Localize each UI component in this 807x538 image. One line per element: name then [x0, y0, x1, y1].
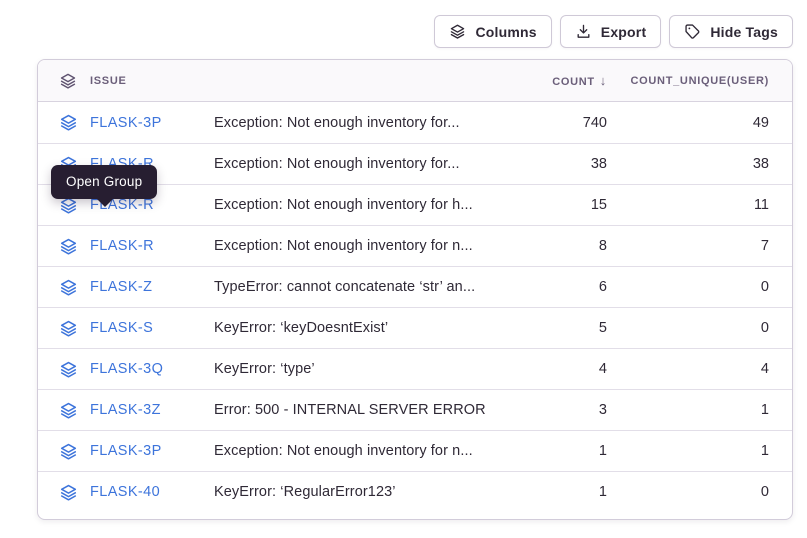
hide-tags-button-label: Hide Tags	[710, 24, 778, 40]
issue-link[interactable]: FLASK-40	[90, 484, 160, 500]
count-unique-value: 1	[607, 402, 792, 418]
issue-cell: FLASK-Z	[38, 278, 214, 297]
issue-cell: FLASK-40	[38, 483, 214, 502]
issue-column-label: ISSUE	[90, 75, 127, 87]
hide-tags-button[interactable]: Hide Tags	[669, 15, 793, 48]
column-header-count-unique[interactable]: COUNT_UNIQUE(USER)	[607, 75, 792, 87]
stack-icon[interactable]	[59, 401, 78, 420]
issue-link[interactable]: FLASK-3P	[90, 443, 162, 459]
open-group-tooltip: Open Group	[51, 165, 157, 199]
sort-descending-icon: ↓	[600, 73, 607, 88]
issue-cell: FLASK-3P	[38, 113, 214, 132]
count-value: 4	[497, 361, 607, 377]
column-header-issue[interactable]: ISSUE	[38, 72, 214, 90]
count-column-label: COUNT	[552, 76, 595, 88]
stack-icon	[449, 23, 466, 40]
count-value: 6	[497, 279, 607, 295]
count-unique-value: 49	[607, 115, 792, 131]
issue-link[interactable]: FLASK-R	[90, 238, 154, 254]
table-row[interactable]: FLASK-R Exception: Not enough inventory …	[38, 225, 792, 266]
count-value: 1	[497, 443, 607, 459]
issue-cell: FLASK-3P	[38, 442, 214, 461]
columns-button-label: Columns	[475, 24, 536, 40]
download-icon	[575, 23, 592, 40]
issue-title: Error: 500 - INTERNAL SERVER ERROR	[214, 402, 497, 418]
issue-title: Exception: Not enough inventory for n...	[214, 443, 497, 459]
issue-title: KeyError: ‘keyDoesntExist’	[214, 320, 497, 336]
issue-title: Exception: Not enough inventory for h...	[214, 197, 497, 213]
issue-title: TypeError: cannot concatenate ‘str’ an..…	[214, 279, 497, 295]
stack-icon[interactable]	[59, 113, 78, 132]
table-row[interactable]: FLASK-Z TypeError: cannot concatenate ‘s…	[38, 266, 792, 307]
tag-icon	[684, 23, 701, 40]
table-row[interactable]: FLASK-3P Exception: Not enough inventory…	[38, 102, 792, 143]
issue-link[interactable]: FLASK-Z	[90, 279, 152, 295]
issue-title: KeyError: ‘RegularError123’	[214, 484, 497, 500]
count-unique-value: 11	[607, 197, 792, 213]
table-header-row: ISSUE COUNT ↓ COUNT_UNIQUE(USER)	[38, 60, 792, 102]
count-unique-value: 0	[607, 279, 792, 295]
stack-icon[interactable]	[59, 319, 78, 338]
issue-cell: FLASK-S	[38, 319, 214, 338]
count-value: 1	[497, 484, 607, 500]
table-row[interactable]: FLASK-3P Exception: Not enough inventory…	[38, 430, 792, 471]
export-button-label: Export	[601, 24, 647, 40]
count-unique-value: 4	[607, 361, 792, 377]
results-table: ISSUE COUNT ↓ COUNT_UNIQUE(USER) FLASK-3P…	[37, 59, 793, 520]
issue-cell: FLASK-3Z	[38, 401, 214, 420]
table-row[interactable]: FLASK-3Z Error: 500 - INTERNAL SERVER ER…	[38, 389, 792, 430]
issue-link[interactable]: FLASK-S	[90, 320, 153, 336]
count-value: 740	[497, 115, 607, 131]
table-row[interactable]: FLASK-40 KeyError: ‘RegularError123’ 1 0	[38, 471, 792, 512]
table-row[interactable]: FLASK-S KeyError: ‘keyDoesntExist’ 5 0	[38, 307, 792, 348]
table-body: FLASK-3P Exception: Not enough inventory…	[38, 102, 792, 512]
count-value: 3	[497, 402, 607, 418]
issue-title: Exception: Not enough inventory for...	[214, 115, 497, 131]
table-row[interactable]: FLASK-3Q KeyError: ‘type’ 4 4	[38, 348, 792, 389]
count-unique-value: 0	[607, 320, 792, 336]
stack-icon[interactable]	[59, 483, 78, 502]
count-unique-value: 38	[607, 156, 792, 172]
stack-icon[interactable]	[59, 360, 78, 379]
stack-icon[interactable]	[59, 442, 78, 461]
columns-button[interactable]: Columns	[434, 15, 551, 48]
count-value: 38	[497, 156, 607, 172]
tooltip-label: Open Group	[66, 174, 142, 189]
issue-cell: FLASK-3Q	[38, 360, 214, 379]
stack-icon[interactable]	[59, 278, 78, 297]
count-unique-value: 7	[607, 238, 792, 254]
page: Columns Export Hide Tags ISSUE COUNT ↓ CO…	[37, 15, 793, 520]
issue-title: Exception: Not enough inventory for n...	[214, 238, 497, 254]
count-unique-column-label: COUNT_UNIQUE(USER)	[631, 75, 770, 87]
stack-icon[interactable]	[59, 237, 78, 256]
issue-title: Exception: Not enough inventory for...	[214, 156, 497, 172]
count-value: 5	[497, 320, 607, 336]
count-value: 15	[497, 197, 607, 213]
count-unique-value: 0	[607, 484, 792, 500]
issue-title: KeyError: ‘type’	[214, 361, 497, 377]
issue-cell: FLASK-R	[38, 237, 214, 256]
count-unique-value: 1	[607, 443, 792, 459]
export-button[interactable]: Export	[560, 15, 662, 48]
issue-link[interactable]: FLASK-3Z	[90, 402, 161, 418]
toolbar: Columns Export Hide Tags	[37, 15, 793, 48]
issue-link[interactable]: FLASK-3P	[90, 115, 162, 131]
issue-link[interactable]: FLASK-3Q	[90, 361, 163, 377]
stack-icon	[59, 72, 77, 90]
count-value: 8	[497, 238, 607, 254]
column-header-count[interactable]: COUNT ↓	[497, 73, 607, 88]
